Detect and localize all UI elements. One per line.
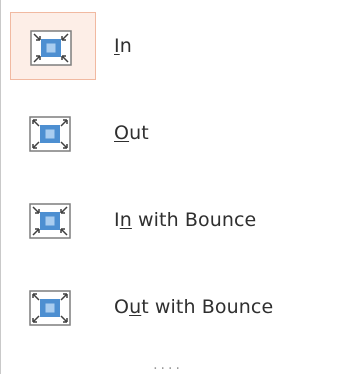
menu-item-label: Out with Bounce (114, 296, 274, 318)
menu-left-border (0, 0, 1, 374)
menu-item-in-with-bounce[interactable]: In with Bounce (10, 186, 328, 254)
menu-item-in-label-row[interactable]: In (10, 12, 328, 80)
zoom-in-bounce-icon (29, 203, 71, 239)
menu-item-label: In (114, 35, 132, 57)
zoom-out-bounce-icon (29, 290, 71, 326)
menu-item-label: In with Bounce (114, 209, 257, 231)
menu-item-out-with-bounce[interactable]: Out with Bounce (10, 273, 328, 341)
more-options-indicator[interactable]: .... (150, 358, 186, 372)
menu-item-label: Out (114, 122, 149, 144)
zoom-effect-menu: In Out In with Bounce Out with Bounce ..… (0, 0, 337, 374)
menu-item-out[interactable]: Out (10, 99, 328, 167)
zoom-out-icon (29, 116, 71, 152)
